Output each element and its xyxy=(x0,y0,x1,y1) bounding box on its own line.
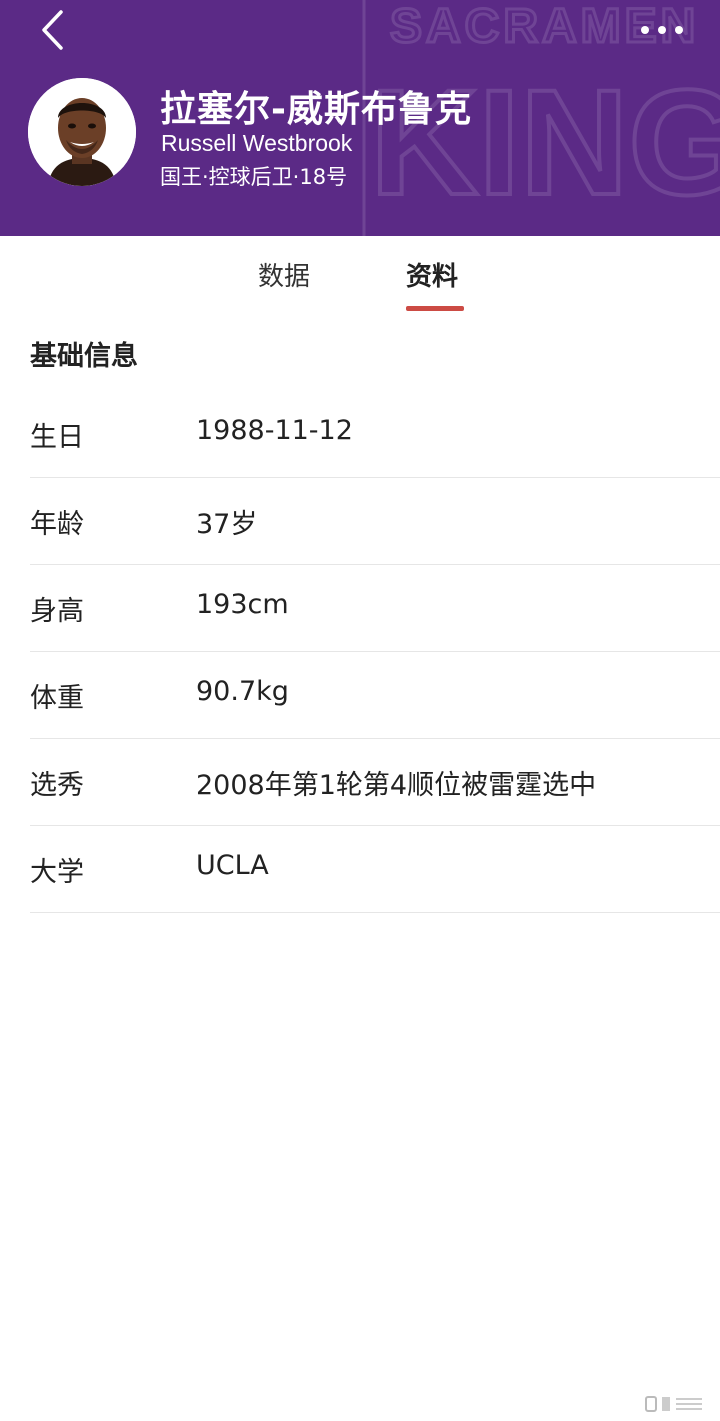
more-dots-icon xyxy=(641,26,683,34)
player-portrait-icon xyxy=(28,78,136,186)
more-button[interactable] xyxy=(634,12,690,48)
back-button[interactable] xyxy=(30,8,74,52)
chevron-left-icon xyxy=(42,10,63,50)
section-title: 基础信息 xyxy=(30,341,138,372)
info-value: UCLA xyxy=(196,850,269,881)
info-row-draft: 选秀 2008年第1轮第4顺位被雷霆选中 xyxy=(30,739,720,826)
player-header: SACRAMEN KING 拉塞尔-威斯布鲁克 Russell Westbroo… xyxy=(0,0,720,236)
info-row-college: 大学 UCLA xyxy=(30,826,720,913)
tab-profile[interactable]: 资料 xyxy=(406,256,458,293)
app-watermark-icon xyxy=(645,1396,702,1412)
player-team-position-number: 国王·控球后卫·18号 xyxy=(160,165,348,189)
active-tab-indicator xyxy=(406,306,464,311)
info-row-weight: 体重 90.7kg xyxy=(30,652,720,739)
info-label: 年龄 xyxy=(30,509,84,540)
info-row-height: 身高 193cm xyxy=(30,565,720,652)
info-row-age: 年龄 37岁 xyxy=(30,478,720,565)
info-label: 身高 xyxy=(30,596,84,627)
info-value: 90.7kg xyxy=(196,676,289,707)
info-row-birthday: 生日 1988-11-12 xyxy=(30,391,720,478)
info-label: 选秀 xyxy=(30,770,84,801)
info-value: 37岁 xyxy=(196,509,258,540)
player-name-en: Russell Westbrook xyxy=(161,130,353,156)
player-avatar xyxy=(28,78,136,186)
basic-info-list: 生日 1988-11-12 年龄 37岁 身高 193cm 体重 90.7kg … xyxy=(30,391,720,913)
info-label: 体重 xyxy=(30,683,84,714)
info-value: 1988-11-12 xyxy=(196,415,353,446)
tab-bar: 数据 资料 xyxy=(0,236,720,320)
info-value: 2008年第1轮第4顺位被雷霆选中 xyxy=(196,770,597,801)
player-profile-page: SACRAMEN KING 拉塞尔-威斯布鲁克 Russell Westbroo… xyxy=(0,0,720,1421)
info-label: 生日 xyxy=(30,422,84,453)
info-label: 大学 xyxy=(30,857,84,888)
tab-data[interactable]: 数据 xyxy=(258,256,310,293)
info-value: 193cm xyxy=(196,589,289,620)
player-name-cn: 拉塞尔-威斯布鲁克 xyxy=(160,89,472,130)
